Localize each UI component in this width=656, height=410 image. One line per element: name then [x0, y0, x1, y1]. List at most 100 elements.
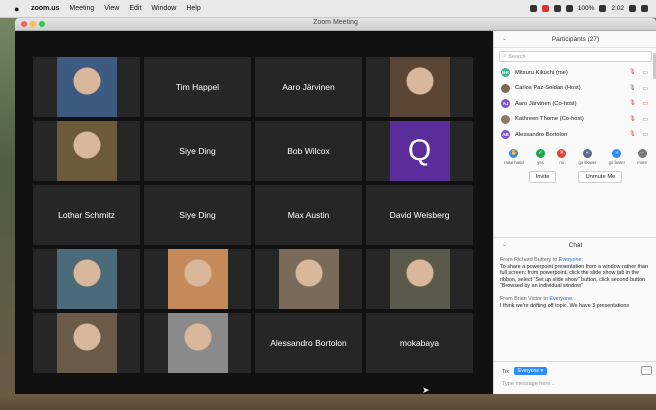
- participant-tile[interactable]: [33, 121, 140, 181]
- more-options-icon[interactable]: …: [641, 366, 652, 375]
- participant-tile[interactable]: [33, 249, 140, 309]
- camera-icon[interactable]: ▭: [642, 100, 648, 107]
- menu-window[interactable]: Window: [151, 5, 176, 12]
- title-bar: Zoom Meeting: [15, 18, 656, 31]
- control-center-icon[interactable]: [641, 5, 648, 12]
- participant-tile[interactable]: [255, 249, 362, 309]
- participants-header: ⌄ Participants (27): [494, 31, 656, 48]
- chat-recipient-select[interactable]: Everyone ▾: [514, 367, 548, 375]
- participant-video: [167, 249, 228, 309]
- participant-tile[interactable]: Siye Ding: [144, 121, 251, 181]
- participant-row[interactable]: Carlos Paz-Soldan (Host) 🎙 ▭: [494, 81, 656, 97]
- participant-name: Siye Ding: [179, 146, 216, 156]
- menu-bar: ● zoom.us Meeting View Edit Window Help …: [0, 0, 656, 18]
- participant-video: [389, 57, 450, 117]
- reaction-button[interactable]: «go slower: [578, 148, 596, 165]
- invite-button[interactable]: Invite: [528, 170, 557, 183]
- chat-header: ⌄ Chat: [494, 237, 656, 253]
- tray-icon[interactable]: [553, 5, 561, 12]
- chat-message-input[interactable]: Type message here...: [502, 381, 555, 387]
- chat-sender: From Brian Victor to Everyone:: [500, 296, 649, 303]
- reaction-button[interactable]: ✕ no: [557, 148, 567, 165]
- participant-tile[interactable]: Lothar Schmitz: [33, 185, 140, 245]
- participants-list: MK Mitsuru Kikuchi (me) 🎙 ▭ Carlos Paz-Solda…: [494, 65, 656, 143]
- tray-icon[interactable]: [529, 5, 537, 12]
- unmute-me-button[interactable]: Unmute Me: [578, 170, 623, 183]
- camera-icon[interactable]: ▭: [642, 131, 648, 138]
- participant-name: Aaro Järvinen (Co-host): [515, 100, 577, 107]
- participant-row[interactable]: AB Alessandro Bortolon 🎙 ▭: [494, 127, 656, 143]
- search-icon: ⌕: [503, 53, 507, 59]
- reaction-icon: ✕: [557, 148, 567, 158]
- participant-tile[interactable]: Q: [366, 121, 473, 181]
- reaction-button[interactable]: ··· more: [637, 148, 647, 165]
- participant-video: [56, 313, 117, 373]
- search-icon[interactable]: [629, 5, 636, 12]
- wifi-icon[interactable]: [565, 5, 573, 12]
- reaction-label: yes: [537, 159, 544, 165]
- participant-tile[interactable]: [33, 57, 140, 117]
- microphone-icon[interactable]: 🎙: [629, 116, 636, 122]
- participant-tile[interactable]: [144, 249, 251, 309]
- participant-tile[interactable]: Max Austin: [255, 185, 362, 245]
- participant-tile[interactable]: Alessandro Bortolon: [255, 313, 362, 373]
- zoom-window: Zoom Meeting Tim Happel Aaro Järvinen Siye…: [15, 18, 656, 394]
- apple-icon[interactable]: ●: [14, 4, 22, 13]
- participant-name: Carlos Paz-Soldan (Host): [515, 85, 581, 92]
- reaction-icon: ✓: [535, 148, 545, 158]
- battery-icon[interactable]: [599, 5, 607, 12]
- participant-video: [56, 57, 117, 117]
- video-gallery: Tim Happel Aaro Järvinen Siye Ding Bob Wilc…: [15, 31, 493, 394]
- participant-row[interactable]: MK Mitsuru Kikuchi (me) 🎙 ▭: [494, 65, 656, 81]
- chat-recipient[interactable]: Everyone:: [559, 257, 583, 263]
- menu-view[interactable]: View: [104, 5, 119, 12]
- gallery-grid: Tim Happel Aaro Järvinen Siye Ding Bob Wilc…: [33, 57, 475, 375]
- participant-name: Aaro Järvinen: [282, 82, 335, 92]
- camera-icon[interactable]: ▭: [642, 69, 648, 76]
- chat-recipient[interactable]: Everyone:: [549, 296, 573, 302]
- participant-video: [167, 313, 228, 373]
- participant-avatar: Q: [389, 121, 450, 181]
- reaction-button[interactable]: ✋ raise hand: [504, 148, 524, 165]
- participant-tile[interactable]: [366, 57, 473, 117]
- participant-tile[interactable]: [366, 249, 473, 309]
- participant-tile[interactable]: Siye Ding: [144, 185, 251, 245]
- side-panel: ⌄ Participants (27) ⌕ Search MK Mitsuru K…: [493, 31, 656, 394]
- participant-tile[interactable]: [144, 313, 251, 373]
- participant-name: David Weisberg: [389, 210, 450, 220]
- microphone-icon[interactable]: 🎙: [629, 85, 636, 91]
- participant-tile[interactable]: Bob Wilcox: [255, 121, 362, 181]
- participant-row[interactable]: Kathreen Thome (Co-host) 🎙 ▭: [494, 112, 656, 128]
- menu-edit[interactable]: Edit: [129, 5, 141, 12]
- camera-icon[interactable]: ▭: [642, 116, 648, 123]
- participant-video: [278, 249, 339, 309]
- participant-row[interactable]: AJ Aaro Järvinen (Co-host) 🎙 ▭: [494, 96, 656, 112]
- microphone-icon[interactable]: 🎙: [629, 131, 636, 137]
- clock[interactable]: 2:02: [611, 5, 624, 12]
- reaction-icon: ···: [637, 148, 647, 158]
- battery-level: 100%: [577, 5, 595, 12]
- participant-avatar: [501, 83, 510, 93]
- microphone-icon[interactable]: 🎙: [629, 100, 636, 106]
- participant-tile[interactable]: David Weisberg: [366, 185, 473, 245]
- chevron-down-icon[interactable]: ⌄: [502, 241, 507, 248]
- reaction-button[interactable]: » go faster: [609, 148, 625, 165]
- participant-tile[interactable]: [33, 313, 140, 373]
- mouse-pointer-icon: ➤: [422, 385, 430, 394]
- chevron-down-icon[interactable]: ⌄: [502, 35, 507, 42]
- participant-tile[interactable]: Aaro Järvinen: [255, 57, 362, 117]
- participants-search-input[interactable]: ⌕ Search: [499, 51, 652, 62]
- participant-tile[interactable]: mokabaya: [366, 313, 473, 373]
- participant-avatar: AJ: [501, 99, 510, 109]
- chat-title: Chat: [568, 241, 583, 249]
- chat-message: From Brian Victor to Everyone: I think we…: [500, 296, 649, 309]
- microphone-icon[interactable]: 🎙: [629, 69, 636, 75]
- menu-meeting[interactable]: Meeting: [69, 5, 94, 12]
- camera-icon[interactable]: ▭: [642, 85, 648, 92]
- participant-name: Mitsuru Kikuchi (me): [515, 69, 568, 76]
- menu-help[interactable]: Help: [186, 5, 200, 12]
- menu-app[interactable]: zoom.us: [31, 5, 59, 12]
- tray-icon[interactable]: [541, 5, 549, 12]
- participant-tile[interactable]: Tim Happel: [144, 57, 251, 117]
- reaction-button[interactable]: ✓ yes: [535, 148, 545, 165]
